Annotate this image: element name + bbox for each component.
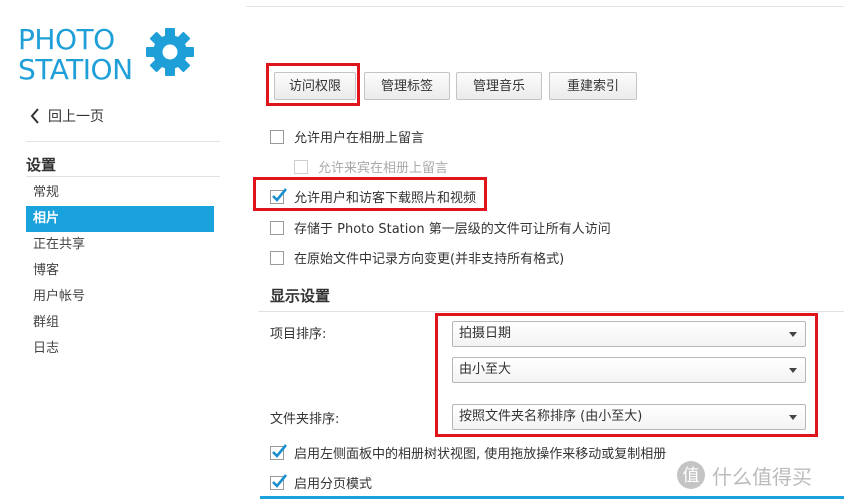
option-label: 在原始文件中记录方向变更(并非支持所有格式) <box>294 252 565 267</box>
sidebar-item-logs[interactable]: 日志 <box>26 336 214 362</box>
checkbox <box>294 159 308 174</box>
highlight-box <box>253 177 487 211</box>
back-link[interactable]: 回上一页 <box>30 106 104 126</box>
checkbox[interactable] <box>270 129 284 144</box>
checkbox-checked[interactable] <box>270 443 288 460</box>
highlight-box <box>435 313 818 437</box>
back-link-label: 回上一页 <box>48 109 104 125</box>
manage-tags-button[interactable]: 管理标签 <box>364 72 450 100</box>
sidebar-divider <box>26 141 220 142</box>
highlight-box <box>266 63 360 106</box>
option-allow-user-comments[interactable]: 允许用户在相册上留言 <box>270 127 424 146</box>
photo-station-logo: PHOTO STATION <box>18 24 198 84</box>
sidebar-item-general[interactable]: 常规 <box>26 180 214 206</box>
display-settings-title: 显示设置 <box>270 287 331 305</box>
svg-text:值: 值 <box>683 466 700 486</box>
watermark-text: 什么值得买 <box>712 464 812 489</box>
folder-sort-label: 文件夹排序: <box>270 412 340 427</box>
option-first-level-public[interactable]: 存储于 Photo Station 第一层级的文件可让所有人访问 <box>270 218 611 237</box>
option-label: 允许来宾在相册上留言 <box>318 161 449 176</box>
logo-text-station: STATION <box>18 53 133 86</box>
top-divider <box>246 0 844 7</box>
watermark: 值 什么值得买 <box>676 460 812 490</box>
checkmark-icon <box>272 443 288 458</box>
sidebar-item-user-accounts[interactable]: 用户帐号 <box>26 284 214 310</box>
option-label: 存储于 Photo Station 第一层级的文件可让所有人访问 <box>294 222 611 237</box>
chevron-left-icon <box>30 108 39 124</box>
option-record-orientation[interactable]: 在原始文件中记录方向变更(并非支持所有格式) <box>270 248 564 267</box>
bottom-accent-bar <box>260 496 844 499</box>
item-sort-label: 项目排序: <box>270 327 327 342</box>
manage-music-button[interactable]: 管理音乐 <box>456 72 542 100</box>
checkbox[interactable] <box>270 220 284 235</box>
option-label: 允许用户在相册上留言 <box>294 131 425 146</box>
logo-text-photo: PHOTO <box>18 23 115 56</box>
checkbox-checked[interactable] <box>270 473 288 490</box>
option-allow-guest-comments: 允许来宾在相册上留言 <box>294 157 448 176</box>
section-divider <box>258 311 844 312</box>
zhi-badge-icon: 值 <box>677 461 705 489</box>
checkbox[interactable] <box>270 250 284 265</box>
rebuild-index-button[interactable]: 重建索引 <box>549 72 637 100</box>
gear-icon <box>146 28 194 76</box>
sidebar-item-blog[interactable]: 博客 <box>26 258 214 284</box>
option-album-tree-view[interactable]: 启用左侧面板中的相册树状视图, 使用拖放操作来移动或复制相册 <box>270 443 666 462</box>
sidebar-section-title: 设置 <box>26 156 57 174</box>
checkmark-icon <box>272 473 288 488</box>
option-label: 启用左侧面板中的相册树状视图, 使用拖放操作来移动或复制相册 <box>294 447 667 462</box>
sidebar-item-photos[interactable]: 相片 <box>26 206 214 232</box>
option-paging-mode[interactable]: 启用分页模式 <box>270 473 372 492</box>
sidebar-item-groups[interactable]: 群组 <box>26 310 214 336</box>
sidebar-divider <box>26 176 220 177</box>
sidebar-item-sharing[interactable]: 正在共享 <box>26 232 214 258</box>
option-label: 启用分页模式 <box>294 477 373 492</box>
